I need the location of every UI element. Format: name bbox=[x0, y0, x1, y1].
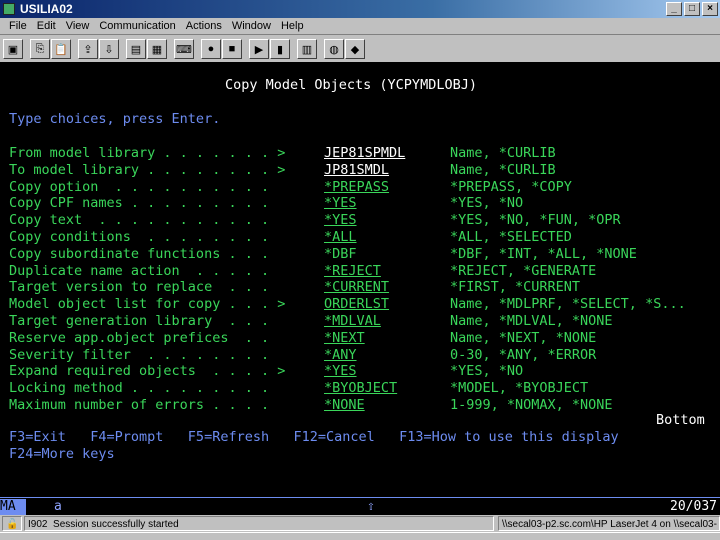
field-input[interactable]: *MDLVAL bbox=[324, 313, 414, 329]
taskbar bbox=[0, 532, 720, 540]
field-label: Model object list for copy . . . > bbox=[9, 296, 286, 313]
receive-file-icon[interactable]: ⇩ bbox=[99, 39, 119, 59]
toolbar: ▣ ⎘ 📋 ⇪ ⇩ ▤ ▦ ⌨ ● ■ ▶ ▮ ▥ ◍ ◆ bbox=[0, 36, 720, 62]
menu-actions[interactable]: Actions bbox=[181, 18, 227, 34]
status-text: Session successfully started bbox=[53, 519, 179, 530]
field-label: Locking method . . . . . . . . . bbox=[9, 380, 270, 397]
menu-view[interactable]: View bbox=[61, 18, 95, 34]
field-label: Copy subordinate functions . . . bbox=[9, 245, 270, 262]
globe-icon[interactable]: ◍ bbox=[324, 39, 344, 59]
more-indicator: Bottom bbox=[656, 412, 705, 428]
field-input[interactable]: JP81SMDL bbox=[324, 162, 406, 178]
field-input[interactable]: *YES bbox=[324, 212, 357, 228]
field-hint: Name, *NEXT, *NONE bbox=[450, 329, 597, 346]
menu-bar: File Edit View Communication Actions Win… bbox=[0, 18, 720, 35]
function-keys-line-2[interactable]: F24=More keys bbox=[9, 446, 115, 462]
field-label: Maximum number of errors . . . . bbox=[9, 397, 270, 413]
field-label: Copy text . . . . . . . . . . . bbox=[9, 212, 270, 229]
field-label: Copy option . . . . . . . . . . bbox=[9, 178, 270, 195]
app-icon[interactable] bbox=[3, 3, 15, 15]
instruction-text: Type choices, press Enter. bbox=[9, 111, 221, 127]
terminal-screen[interactable]: Copy Model Objects (YCPYMDLOBJ) Type cho… bbox=[0, 62, 720, 497]
minimize-button[interactable]: _ bbox=[666, 2, 682, 16]
field-label: Duplicate name action . . . . . bbox=[9, 262, 270, 279]
field-hint: *FIRST, *CURRENT bbox=[450, 279, 581, 296]
field-label: Expand required objects . . . . > bbox=[9, 363, 286, 380]
color-map-icon[interactable]: ▦ bbox=[147, 39, 167, 59]
field-hint: *DBF, *INT, *ALL, *NONE bbox=[450, 245, 637, 262]
menu-communication[interactable]: Communication bbox=[94, 18, 180, 34]
paste-icon[interactable]: 📋 bbox=[51, 39, 71, 59]
menu-file[interactable]: File bbox=[4, 18, 32, 34]
title-bar: USILIA02 _ □ × bbox=[0, 0, 720, 18]
field-hint: 1-999, *NOMAX, *NONE bbox=[450, 397, 613, 413]
field-input[interactable]: *NONE bbox=[324, 397, 406, 413]
screen-title: Copy Model Objects (YCPYMDLOBJ) bbox=[225, 77, 477, 93]
field-hint: Name, *CURLIB bbox=[450, 145, 556, 161]
menu-window[interactable]: Window bbox=[227, 18, 276, 34]
field-label: Copy CPF names . . . . . . . . . bbox=[9, 195, 270, 212]
field-input[interactable]: *BYOBJECT bbox=[324, 380, 397, 396]
field-input[interactable]: *YES bbox=[324, 363, 357, 379]
field-hint: *ALL, *SELECTED bbox=[450, 229, 572, 245]
field-input[interactable]: *YES bbox=[324, 195, 357, 211]
printer-info: \\secal03-p2.sc.com\HP LaserJet 4 on \\s… bbox=[498, 516, 720, 531]
pause-macro-icon[interactable]: ▮ bbox=[270, 39, 290, 59]
field-hint: Name, *MDLVAL, *NONE bbox=[450, 313, 613, 329]
play-macro-icon[interactable]: ▶ bbox=[249, 39, 269, 59]
mode-indicator: MA bbox=[0, 499, 26, 515]
field-input[interactable]: *ANY bbox=[324, 347, 373, 363]
function-keys-line-1[interactable]: F3=Exit F4=Prompt F5=Refresh F12=Cancel … bbox=[9, 429, 619, 445]
copy-icon[interactable]: ⎘ bbox=[30, 39, 50, 59]
field-label: Copy conditions . . . . . . . . bbox=[9, 229, 270, 245]
field-hint: Name, *MDLPRF, *SELECT, *S... bbox=[450, 296, 686, 313]
help-icon[interactable]: ◆ bbox=[345, 39, 365, 59]
field-input[interactable]: ORDERLST bbox=[324, 296, 414, 312]
field-hint: *YES, *NO bbox=[450, 363, 524, 380]
status-code: I902 bbox=[28, 519, 48, 530]
field-label: From model library . . . . . . . > bbox=[9, 145, 286, 161]
field-label: Severity filter . . . . . . . . bbox=[9, 346, 270, 363]
field-hint: 0-30, *ANY, *ERROR bbox=[450, 346, 597, 363]
display-setup-icon[interactable]: ▤ bbox=[126, 39, 146, 59]
field-input[interactable]: *DBF bbox=[324, 246, 357, 262]
field-input[interactable]: *NEXT bbox=[324, 330, 414, 346]
keyboard-map-icon[interactable]: ⌨ bbox=[174, 39, 194, 59]
status-message: I902 Session successfully started bbox=[24, 516, 494, 531]
cursor-position: 20/037 bbox=[670, 499, 717, 514]
maximize-button[interactable]: □ bbox=[684, 2, 700, 16]
field-label: Reserve app.object prefices . . bbox=[9, 329, 270, 346]
field-input[interactable]: JEP81SPMDL bbox=[324, 145, 406, 161]
field-input[interactable]: *REJECT bbox=[324, 263, 406, 279]
send-file-icon[interactable]: ⇪ bbox=[78, 39, 98, 59]
close-button[interactable]: × bbox=[702, 2, 718, 16]
field-label: Target generation library . . . bbox=[9, 313, 270, 329]
field-input[interactable]: *PREPASS bbox=[324, 179, 389, 195]
field-input[interactable]: *ALL bbox=[324, 229, 406, 245]
status-bar: 🔓 I902 Session successfully started \\se… bbox=[0, 515, 720, 532]
shift-arrow-icon: ⇧ bbox=[367, 499, 375, 514]
menu-edit[interactable]: Edit bbox=[32, 18, 61, 34]
session-indicator: a bbox=[54, 499, 62, 514]
field-hint: *YES, *NO, *FUN, *OPR bbox=[450, 212, 621, 229]
field-hint: Name, *CURLIB bbox=[450, 161, 556, 178]
field-hint: *REJECT, *GENERATE bbox=[450, 262, 597, 279]
record-macro-icon[interactable]: ● bbox=[201, 39, 221, 59]
field-hint: *MODEL, *BYOBJECT bbox=[450, 380, 589, 397]
stop-macro-icon[interactable]: ■ bbox=[222, 39, 242, 59]
menu-help[interactable]: Help bbox=[276, 18, 309, 34]
field-label: To model library . . . . . . . . > bbox=[9, 161, 286, 178]
field-hint: *PREPASS, *COPY bbox=[450, 178, 572, 195]
field-label: Target version to replace . . . bbox=[9, 279, 270, 296]
lock-icon: 🔓 bbox=[2, 516, 22, 531]
clipboard-icon[interactable]: ▥ bbox=[297, 39, 317, 59]
print-screen-icon[interactable]: ▣ bbox=[3, 39, 23, 59]
field-hint: *YES, *NO bbox=[450, 195, 524, 212]
operator-info-area: MA a ⇧ 20/037 bbox=[0, 497, 720, 515]
field-input[interactable]: *CURRENT bbox=[324, 279, 389, 295]
window-title: USILIA02 bbox=[20, 2, 73, 16]
